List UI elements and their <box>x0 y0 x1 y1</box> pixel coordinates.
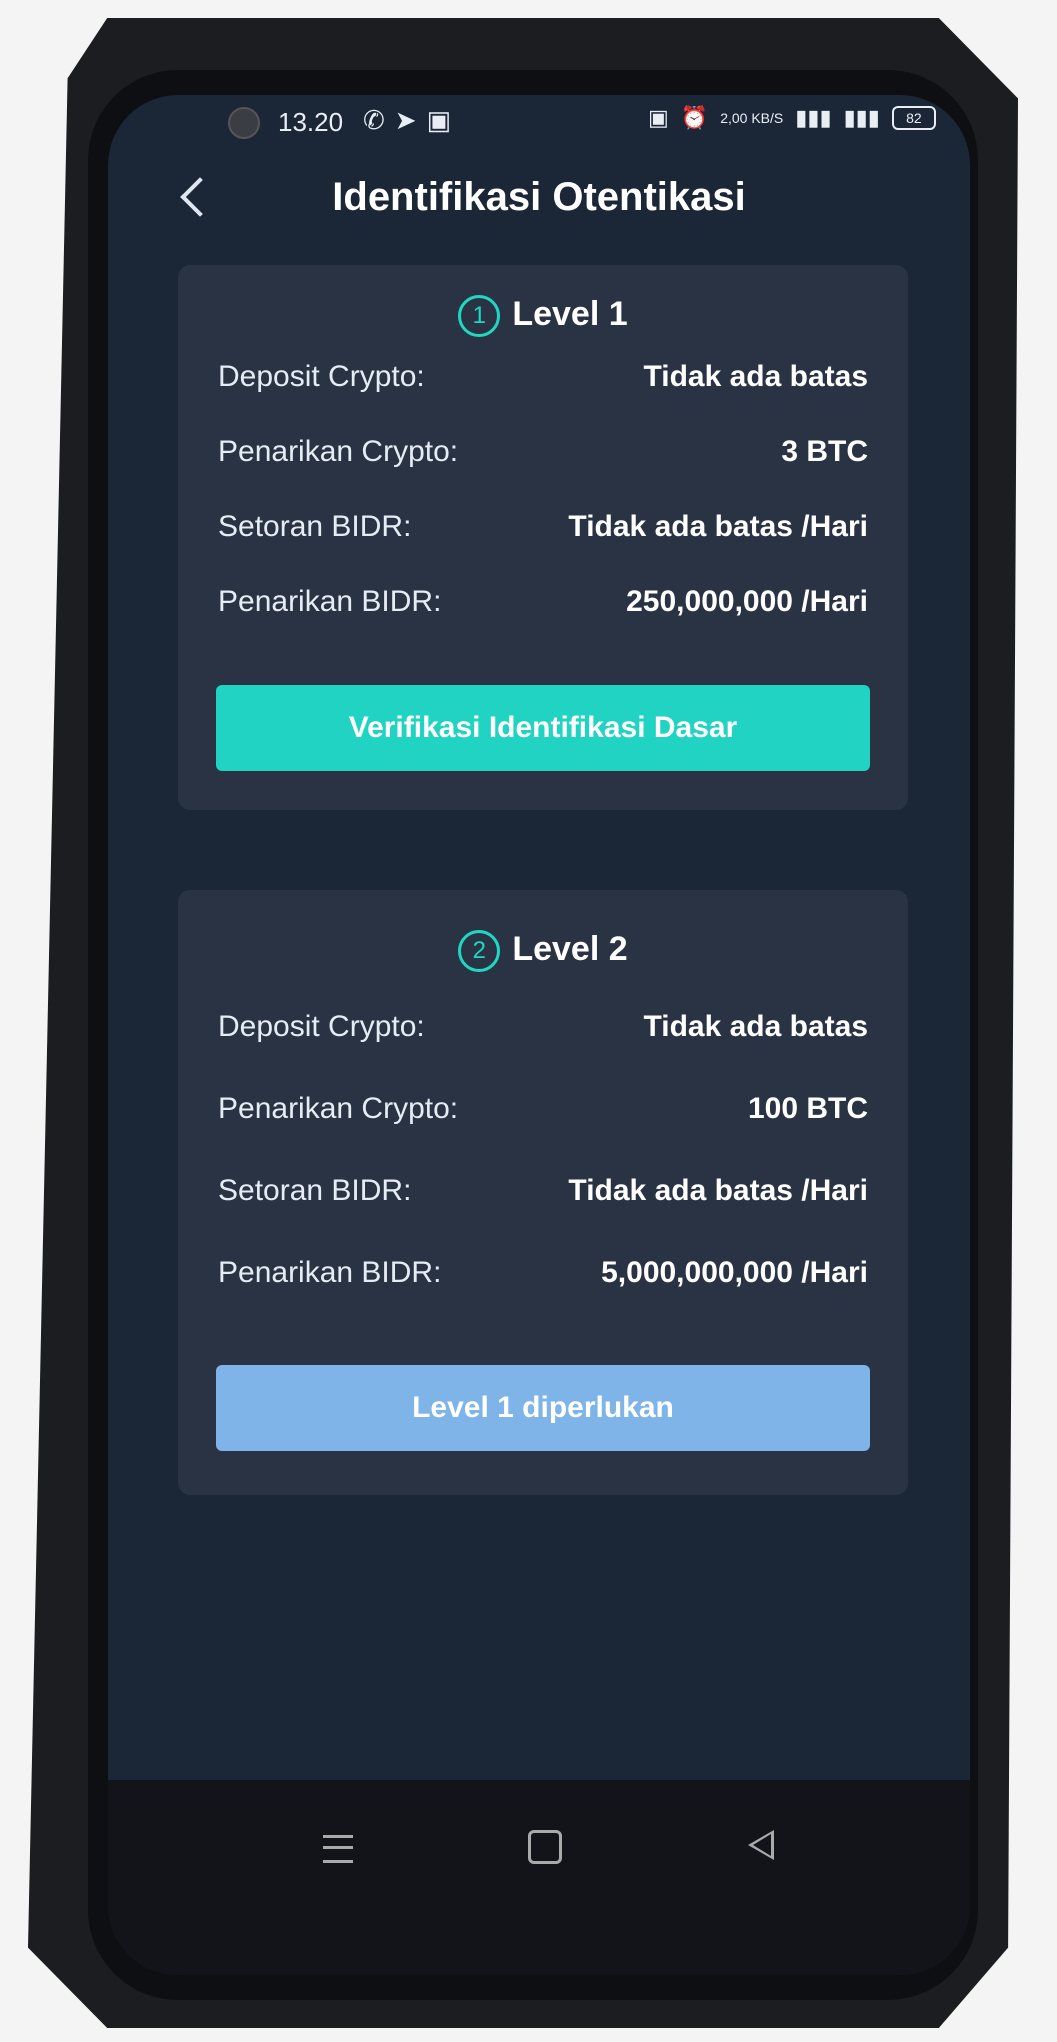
limit-value: 100 BTC <box>747 1092 868 1125</box>
level-title: Level 1 <box>512 295 628 333</box>
limit-row: Penarikan Crypto: 100 BTC <box>218 1092 868 1132</box>
menu-icon[interactable] <box>323 1835 353 1863</box>
page-title: Identifikasi Otentikasi <box>332 175 746 219</box>
whatsapp-icon: ✆ <box>363 105 385 135</box>
notification-icons: ✆ ➤ ▣ <box>363 105 451 136</box>
level-1-required-button[interactable]: Level 1 diperlukan <box>216 1365 870 1451</box>
level-1-card: 1 Level 1 Deposit Crypto: Tidak ada batas… <box>178 265 908 810</box>
limit-label: Penarikan BIDR: <box>218 585 442 618</box>
nav-back-icon[interactable] <box>748 1830 774 1860</box>
system-icons: ▣ ⏰ 2,00 KB/S ▮▮▮ ▮▮▮ 82 <box>648 105 936 131</box>
limit-label: Penarikan Crypto: <box>218 435 459 468</box>
app-icon: ▣ <box>426 105 452 135</box>
front-camera <box>228 107 260 139</box>
limit-row: Deposit Crypto: Tidak ada batas <box>218 360 868 400</box>
limit-row: Penarikan BIDR: 250,000,000 /Hari <box>218 585 868 625</box>
level-2-heading: 2 Level 2 <box>178 930 908 973</box>
limit-value: 5,000,000,000 /Hari <box>601 1256 868 1289</box>
limit-label: Penarikan BIDR: <box>218 1256 442 1289</box>
level-1-heading: 1 Level 1 <box>178 295 908 338</box>
status-bar: 13.20 ✆ ➤ ▣ ▣ ⏰ 2,00 KB/S ▮▮▮ ▮▮▮ 82 <box>108 95 970 165</box>
battery-icon: 82 <box>891 106 936 130</box>
limit-value: 3 BTC <box>781 435 868 468</box>
limit-label: Deposit Crypto: <box>218 360 425 393</box>
limit-value: Tidak ada batas /Hari <box>568 1174 868 1207</box>
limit-row: Penarikan BIDR: 5,000,000,000 /Hari <box>218 1256 868 1296</box>
level-2-card: 2 Level 2 Deposit Crypto: Tidak ada batas… <box>178 890 908 1495</box>
limit-row: Setoran BIDR: Tidak ada batas /Hari <box>218 1174 868 1214</box>
telegram-icon: ➤ <box>394 105 417 135</box>
level-number-badge: 1 <box>458 295 501 338</box>
limit-label: Deposit Crypto: <box>218 1010 425 1043</box>
limit-label: Setoran BIDR: <box>218 510 412 543</box>
limit-row: Setoran BIDR: Tidak ada batas /Hari <box>218 510 868 550</box>
limit-row: Penarikan Crypto: 3 BTC <box>218 435 868 475</box>
verify-basic-button[interactable]: Verifikasi Identifikasi Dasar <box>216 685 870 771</box>
limit-value: 250,000,000 /Hari <box>626 585 868 618</box>
image-icon: ▣ <box>648 105 669 130</box>
limit-value: Tidak ada batas <box>643 1010 868 1043</box>
limit-label: Setoran BIDR: <box>218 1174 412 1207</box>
limit-value: Tidak ada batas <box>643 360 868 393</box>
limit-value: Tidak ada batas /Hari <box>568 510 868 543</box>
signal-icon-2: ▮▮▮ <box>843 105 880 130</box>
home-icon[interactable] <box>528 1830 562 1864</box>
limit-label: Penarikan Crypto: <box>218 1092 459 1125</box>
alarm-icon: ⏰ <box>680 105 709 130</box>
system-nav-bar <box>108 1780 970 1975</box>
limit-row: Deposit Crypto: Tidak ada batas <box>218 1010 868 1050</box>
screen: 13.20 ✆ ➤ ▣ ▣ ⏰ 2,00 KB/S ▮▮▮ ▮▮▮ 82 Ide… <box>108 95 970 1975</box>
level-number-badge: 2 <box>458 930 501 973</box>
network-speed: 2,00 KB/S <box>720 110 784 126</box>
level-title: Level 2 <box>512 930 628 968</box>
header: Identifikasi Otentikasi <box>108 165 970 255</box>
status-time: 13.20 <box>278 107 344 137</box>
signal-icon: ▮▮▮ <box>795 105 832 130</box>
